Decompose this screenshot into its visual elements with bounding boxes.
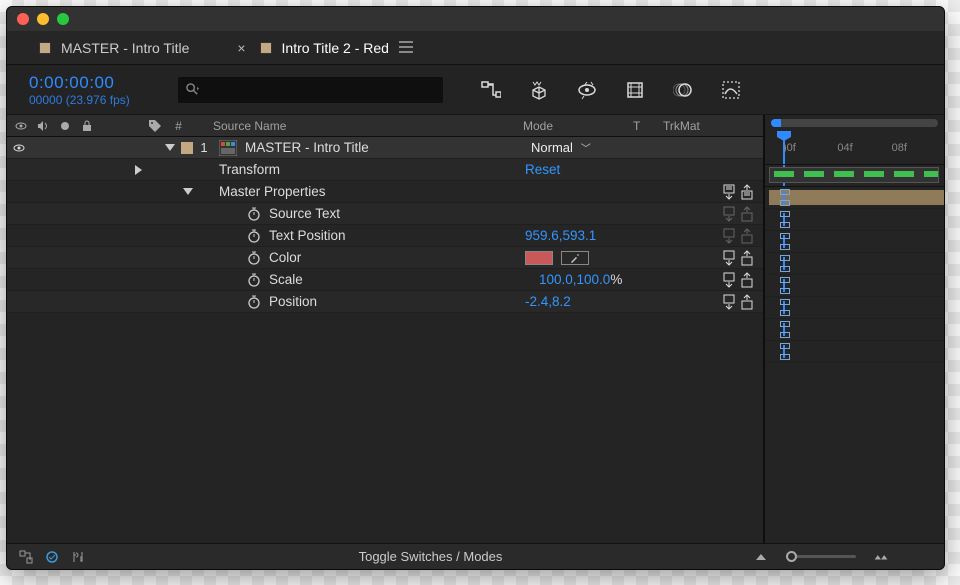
push-pull-icons[interactable] (695, 228, 755, 244)
timeline-tracks[interactable]: )0f 04f 08f (763, 115, 944, 543)
macos-titlebar (7, 7, 944, 31)
tab-intro-title-2[interactable]: × Intro Title 2 - Red (231, 34, 415, 62)
render-queue-icon[interactable] (45, 550, 59, 564)
eyedropper-icon[interactable] (561, 251, 589, 265)
audio-header-icon (37, 120, 49, 132)
push-pull-icons[interactable] (695, 294, 755, 310)
stopwatch-icon[interactable] (247, 295, 261, 309)
timeline-toolbar: 0:00:00:00 00000 (23.976 fps) (7, 65, 944, 115)
layer-name: MASTER - Intro Title (245, 140, 369, 155)
chevron-down-icon: ﹀ (581, 140, 591, 155)
twirl-down-icon[interactable] (165, 144, 175, 151)
frames-display: 00000 (23.976 fps) (29, 93, 172, 107)
track-row (765, 297, 944, 319)
work-area-bar (771, 119, 938, 127)
column-headers: # Source Name Mode T TrkMat (7, 115, 763, 137)
composition-flowchart-icon[interactable] (19, 550, 33, 564)
comp-layer-icon (219, 140, 237, 156)
tab-label: MASTER - Intro Title (61, 40, 189, 56)
layer-index: 1 (193, 140, 215, 155)
cached-frames-bar (769, 167, 939, 183)
push-pull-icons[interactable] (695, 206, 755, 222)
push-pull-icons[interactable] (695, 250, 755, 266)
text-position-property[interactable]: Text Position 959.6,593.1 (7, 225, 763, 247)
reset-button[interactable]: Reset (525, 162, 695, 177)
frame-blend-icon[interactable] (625, 80, 645, 100)
source-text-property[interactable]: Source Text (7, 203, 763, 225)
zoom-out-icon[interactable] (754, 550, 768, 564)
motion-blur-icon[interactable] (673, 80, 693, 100)
blend-mode-select[interactable]: Normal﹀ (525, 138, 597, 157)
twirl-right-icon[interactable] (135, 165, 193, 175)
close-window-button[interactable] (17, 13, 29, 25)
window: MASTER - Intro Title × Intro Title 2 - R… (6, 6, 945, 570)
stopwatch-icon[interactable] (247, 207, 261, 221)
minimize-window-button[interactable] (37, 13, 49, 25)
name-column-header[interactable]: Source Name (193, 119, 523, 133)
push-pull-icons[interactable] (695, 272, 755, 288)
label-color-swatch[interactable] (181, 142, 193, 154)
scale-value[interactable]: 100.0,100.0 (539, 272, 610, 287)
tab-label: Intro Title 2 - Red (282, 40, 389, 56)
track-row (765, 341, 944, 363)
search-input[interactable] (178, 77, 443, 103)
twirl-down-icon[interactable] (183, 188, 193, 195)
comp-mini-flowchart-icon[interactable] (481, 80, 501, 100)
master-properties-label: Master Properties (215, 184, 525, 199)
comp-swatch-icon (260, 42, 272, 54)
visibility-header-icon (15, 120, 27, 132)
push-pull-icons[interactable] (695, 184, 755, 200)
layer-row[interactable]: 1 MASTER - Intro Title Normal﹀ (7, 137, 763, 159)
layer-bar-row[interactable] (765, 187, 944, 209)
transform-label: Transform (215, 162, 525, 177)
current-time: 0:00:00:00 (29, 73, 172, 93)
panel-tabs: MASTER - Intro Title × Intro Title 2 - R… (7, 31, 944, 65)
zoom-slider[interactable] (786, 555, 856, 558)
timecode[interactable]: 0:00:00:00 00000 (23.976 fps) (7, 73, 172, 107)
color-swatch[interactable] (525, 251, 553, 265)
lock-header-icon (81, 120, 93, 132)
timeline-body: # Source Name Mode T TrkMat 1 MASTER - I… (7, 115, 944, 543)
time-ruler[interactable]: )0f 04f 08f (765, 115, 944, 165)
track-row (765, 253, 944, 275)
solo-header-icon (59, 120, 71, 132)
transform-group[interactable]: Transform Reset (7, 159, 763, 181)
track-row (765, 209, 944, 231)
track-header-row (765, 165, 944, 187)
master-properties-group[interactable]: Master Properties (7, 181, 763, 203)
graph-editor-icon[interactable] (721, 80, 741, 100)
color-property[interactable]: Color (7, 247, 763, 269)
zoom-window-button[interactable] (57, 13, 69, 25)
track-row (765, 319, 944, 341)
tab-master-intro[interactable]: MASTER - Intro Title (37, 34, 191, 62)
layer-panel: # Source Name Mode T TrkMat 1 MASTER - I… (7, 115, 763, 543)
comp-swatch-icon (39, 42, 51, 54)
visibility-toggle-icon[interactable] (13, 142, 25, 154)
toolbar-icons (481, 80, 741, 100)
mode-column-header[interactable]: Mode (523, 119, 633, 133)
zoom-in-icon[interactable] (874, 550, 888, 564)
track-row (765, 231, 944, 253)
timeline-footer: Toggle Switches / Modes (7, 543, 944, 569)
draft-3d-icon[interactable] (529, 80, 549, 100)
hide-shy-icon[interactable] (577, 80, 597, 100)
panel-menu-icon[interactable] (399, 40, 413, 56)
text-position-value[interactable]: 959.6,593.1 (525, 228, 695, 243)
stopwatch-icon[interactable] (247, 273, 261, 287)
close-tab-icon[interactable]: × (233, 40, 249, 56)
label-header-icon[interactable] (148, 119, 162, 133)
stopwatch-icon[interactable] (247, 229, 261, 243)
trkmat-column-header[interactable]: TrkMat (663, 119, 763, 133)
stopwatch-icon[interactable] (247, 251, 261, 265)
property-controls-icon[interactable] (71, 550, 85, 564)
position-property[interactable]: Position -2.4,8.2 (7, 291, 763, 313)
position-value[interactable]: -2.4,8.2 (525, 294, 695, 309)
track-row (765, 275, 944, 297)
toggle-switches-button[interactable]: Toggle Switches / Modes (107, 549, 754, 564)
scale-property[interactable]: Scale 100.0,100.0% (7, 269, 763, 291)
t-column-header[interactable]: T (633, 119, 663, 133)
index-column-header[interactable]: # (175, 119, 193, 133)
search-icon (186, 83, 199, 96)
